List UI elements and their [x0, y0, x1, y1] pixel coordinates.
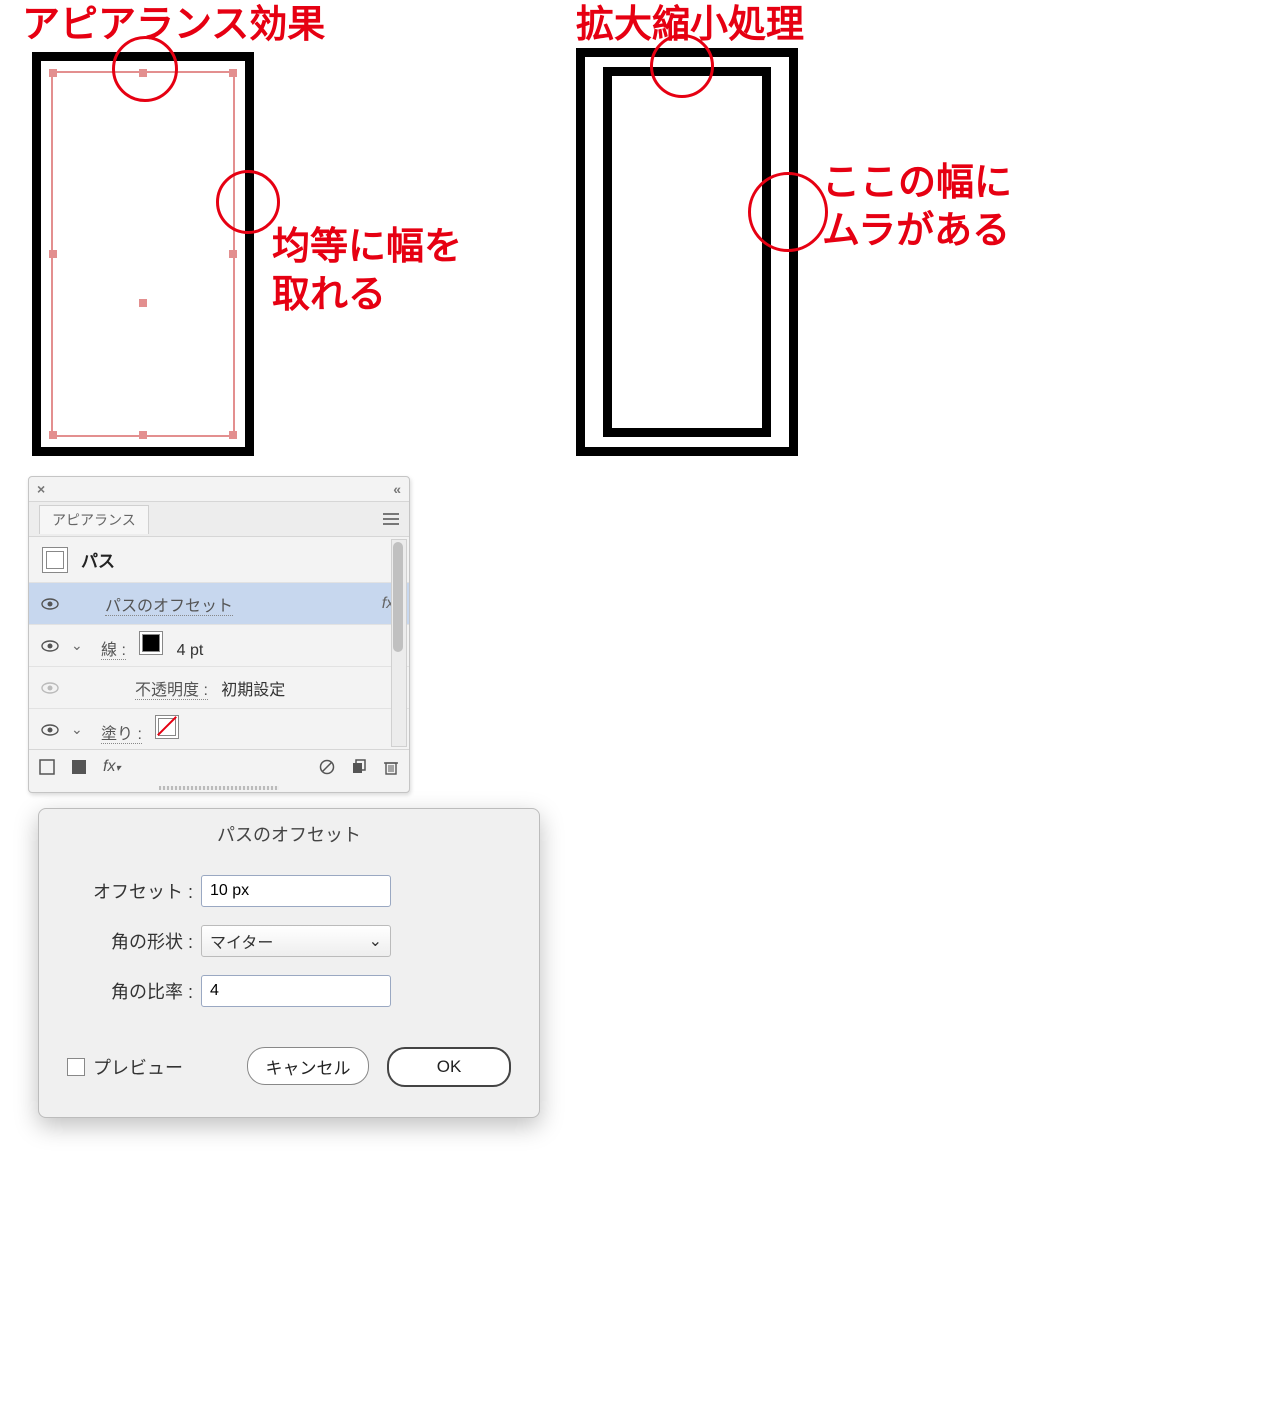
fill-label[interactable]: 塗り : — [101, 726, 142, 744]
visibility-toggle[interactable] — [29, 682, 71, 694]
collapse-icon[interactable]: « — [393, 481, 401, 497]
dialog-title: パスのオフセット — [39, 809, 539, 869]
join-label: 角の形状 : — [71, 928, 201, 954]
anchor-handle — [49, 69, 57, 77]
miter-label: 角の比率 : — [71, 978, 201, 1004]
highlight-circle — [112, 36, 178, 102]
inner-rect — [603, 67, 771, 437]
annotation-text: 均等に幅を — [272, 226, 462, 268]
eye-icon — [41, 640, 59, 652]
highlight-circle — [748, 172, 828, 252]
scrollbar-thumb[interactable] — [393, 542, 403, 652]
highlight-circle — [216, 170, 280, 234]
cancel-button[interactable]: キャンセル — [247, 1047, 369, 1085]
panel-footer: fx▾ — [29, 749, 409, 784]
ok-button[interactable]: OK — [387, 1047, 511, 1087]
highlight-circle — [650, 34, 714, 98]
object-type-label: パス — [81, 547, 371, 572]
anchor-handle — [139, 431, 147, 439]
duplicate-icon[interactable] — [351, 759, 367, 775]
close-icon[interactable]: × — [37, 481, 45, 497]
no-stroke-icon[interactable] — [39, 759, 55, 775]
annotation-left-side: 均等に幅を 取れる — [272, 224, 462, 319]
visibility-toggle[interactable] — [29, 598, 71, 610]
checkbox-icon — [67, 1058, 85, 1076]
clear-icon[interactable] — [319, 759, 335, 775]
visibility-toggle[interactable] — [29, 640, 71, 652]
scrollbar[interactable] — [391, 539, 407, 747]
row-object-type: パス — [29, 537, 409, 583]
expand-toggle[interactable]: ⌄ — [71, 721, 101, 738]
annotation-text: ムラがある — [822, 210, 1010, 252]
join-select[interactable]: マイター ⌄ — [201, 925, 391, 957]
center-point — [139, 299, 147, 307]
trash-icon[interactable] — [383, 759, 399, 775]
thumbnail-icon — [42, 547, 68, 573]
filled-square-icon[interactable] — [71, 759, 87, 775]
miter-input[interactable] — [201, 975, 391, 1007]
row-fill[interactable]: ⌄ 塗り : — [29, 709, 409, 749]
panel-body: パス パスのオフセット fx ⌄ 線 : 4 pt — [29, 537, 409, 749]
offset-path-dialog: パスのオフセット オフセット : 角の形状 : マイター ⌄ 角の比率 : プレ… — [38, 808, 540, 1118]
preview-checkbox[interactable]: プレビュー — [67, 1054, 183, 1080]
eye-icon — [41, 598, 59, 610]
fx-menu-icon[interactable]: fx▾ — [103, 758, 120, 776]
eye-icon — [41, 724, 59, 736]
stroke-weight-value[interactable]: 4 pt — [177, 642, 204, 659]
effect-name[interactable]: パスのオフセット — [105, 598, 233, 616]
row-offset-path-effect[interactable]: パスのオフセット fx — [29, 583, 409, 625]
anchor-handle — [229, 69, 237, 77]
annotation-text: ここの幅に — [822, 162, 1012, 204]
miter-row: 角の比率 : — [71, 975, 507, 1007]
annotation-right-side: ここの幅に ムラがある — [822, 160, 1012, 255]
fill-color-swatch[interactable] — [155, 715, 179, 739]
panel-tab-bar: アピアランス — [29, 502, 409, 537]
offset-row: オフセット : — [71, 875, 507, 907]
opacity-label[interactable]: 不透明度 : — [135, 682, 208, 700]
diagram-scale-copy — [576, 48, 798, 456]
chevron-down-icon: ⌄ — [369, 931, 382, 951]
diagram-appearance-offset — [32, 52, 254, 456]
inner-rect-selected — [51, 71, 235, 437]
join-value: マイター — [210, 929, 273, 953]
offset-input[interactable] — [201, 875, 391, 907]
anchor-handle — [49, 431, 57, 439]
panel-menu-icon[interactable] — [383, 513, 399, 525]
stroke-label[interactable]: 線 : — [101, 642, 126, 660]
appearance-panel: × « アピアランス パス パスのオフセット fx ⌄ 線 : — [28, 476, 410, 793]
resize-grip[interactable] — [29, 784, 409, 792]
tab-appearance[interactable]: アピアランス — [39, 505, 149, 534]
row-stroke-opacity[interactable]: 不透明度 : 初期設定 — [29, 667, 409, 709]
eye-icon — [41, 682, 59, 694]
row-stroke[interactable]: ⌄ 線 : 4 pt — [29, 625, 409, 667]
anchor-handle — [229, 431, 237, 439]
visibility-toggle[interactable] — [29, 724, 71, 736]
anchor-handle — [229, 250, 237, 258]
panel-top-bar: × « — [29, 477, 409, 502]
join-row: 角の形状 : マイター ⌄ — [71, 925, 507, 957]
annotation-text: 取れる — [272, 274, 386, 316]
preview-label: プレビュー — [93, 1054, 183, 1080]
anchor-handle — [49, 250, 57, 258]
offset-label: オフセット : — [71, 878, 201, 904]
stroke-color-swatch[interactable] — [139, 631, 163, 655]
opacity-value[interactable]: 初期設定 — [221, 682, 285, 699]
annotation-left-title: アピアランス効果 — [22, 2, 325, 50]
expand-toggle[interactable]: ⌄ — [71, 637, 101, 654]
